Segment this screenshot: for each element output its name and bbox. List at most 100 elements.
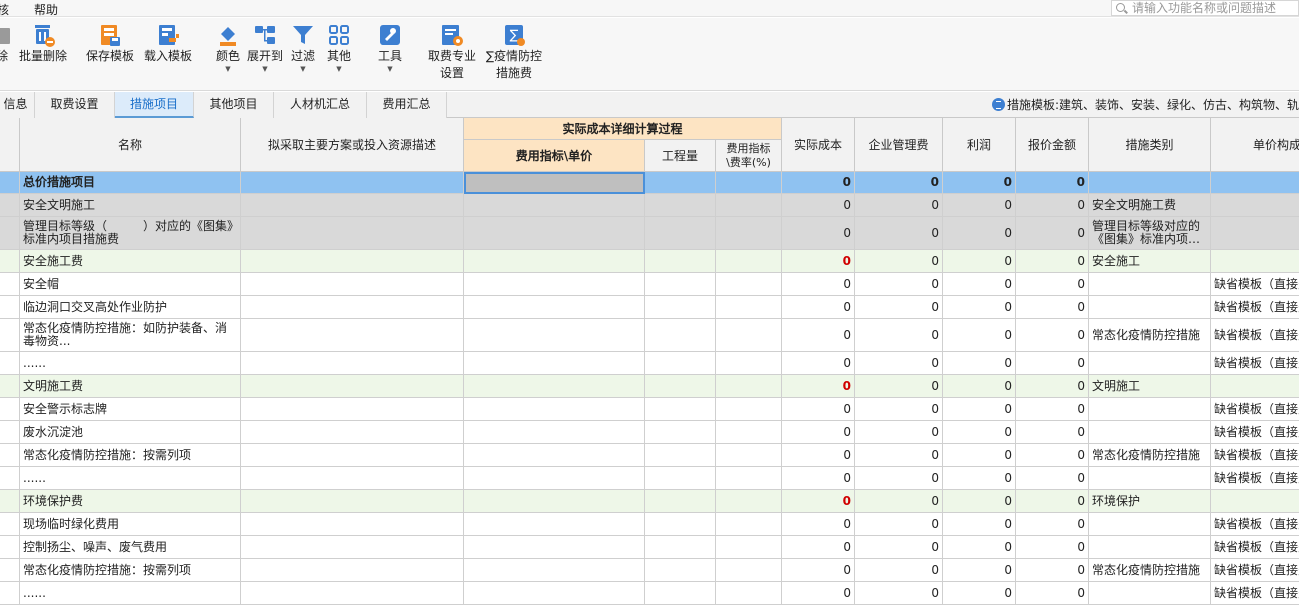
row-indicator-cell[interactable] — [0, 296, 20, 319]
name-cell[interactable]: 常态化疫情防控措施：如防护装备、消毒物资... — [20, 319, 241, 352]
mgmt-fee-cell[interactable]: 0 — [855, 375, 943, 398]
profit-cell[interactable]: 0 — [943, 444, 1016, 467]
actual-cost-cell[interactable]: 0 — [782, 217, 855, 250]
actual-cost-cell[interactable]: 0 — [782, 421, 855, 444]
quantity-cell[interactable] — [645, 513, 716, 536]
filter-button[interactable]: 过滤 ▼ — [288, 22, 318, 73]
plan-cell[interactable] — [241, 467, 464, 490]
rate-cell[interactable] — [716, 375, 782, 398]
actual-cost-cell[interactable]: 0 — [782, 296, 855, 319]
table-row[interactable]: 临边洞口交叉高处作业防护0000缺省模板（直接费 — [0, 296, 1299, 319]
name-cell[interactable]: 安全帽 — [20, 273, 241, 296]
category-cell[interactable] — [1089, 352, 1211, 375]
unit-price-cell[interactable] — [464, 467, 645, 490]
quote-cell[interactable]: 0 — [1016, 352, 1089, 375]
tools-button[interactable]: 工具 ▼ — [374, 22, 406, 73]
profit-cell[interactable]: 0 — [943, 490, 1016, 513]
quantity-cell[interactable] — [645, 172, 716, 194]
quantity-cell[interactable] — [645, 296, 716, 319]
profit-cell[interactable]: 0 — [943, 250, 1016, 273]
rate-cell[interactable] — [716, 250, 782, 273]
row-indicator-cell[interactable] — [0, 559, 20, 582]
row-indicator-cell[interactable] — [0, 582, 20, 605]
table-row[interactable]: 安全文明施工 0 0 0 0 安全文明施工费 — [0, 194, 1299, 217]
plan-cell[interactable] — [241, 444, 464, 467]
col-header-category[interactable]: 措施类别 — [1089, 118, 1211, 172]
unit-composition-cell[interactable]: 缺省模板（直接费 — [1211, 398, 1299, 421]
mgmt-fee-cell[interactable]: 0 — [855, 296, 943, 319]
plan-cell[interactable] — [241, 582, 464, 605]
table-row[interactable]: 常态化疫情防控措施：按需列项0000常态化疫情防控措施缺省模板（直接费 — [0, 559, 1299, 582]
quantity-cell[interactable] — [645, 194, 716, 217]
unit-composition-cell[interactable]: 缺省模板（直接费 — [1211, 273, 1299, 296]
row-indicator-cell[interactable] — [0, 444, 20, 467]
unit-price-cell[interactable] — [464, 296, 645, 319]
tab-labor-material-summary[interactable]: 人材机汇总 — [274, 92, 367, 118]
actual-cost-cell[interactable]: 0 — [782, 513, 855, 536]
mgmt-fee-cell[interactable]: 0 — [855, 467, 943, 490]
unit-composition-cell[interactable]: 缺省模板（直接费 — [1211, 444, 1299, 467]
rate-cell[interactable] — [716, 490, 782, 513]
unit-price-cell[interactable] — [464, 352, 645, 375]
quote-cell[interactable]: 0 — [1016, 513, 1089, 536]
load-template-button[interactable]: 载入模板 — [142, 22, 194, 65]
name-cell[interactable]: ...... — [20, 582, 241, 605]
profit-cell[interactable]: 0 — [943, 172, 1016, 194]
unit-price-cell[interactable] — [464, 444, 645, 467]
quote-cell[interactable]: 0 — [1016, 536, 1089, 559]
unit-price-cell[interactable] — [464, 194, 645, 217]
tab-other-items[interactable]: 其他项目 — [194, 92, 274, 118]
name-cell[interactable]: 常态化疫情防控措施：按需列项 — [20, 444, 241, 467]
category-cell[interactable] — [1089, 582, 1211, 605]
plan-cell[interactable] — [241, 172, 464, 194]
unit-price-cell[interactable] — [464, 172, 645, 194]
rate-cell[interactable] — [716, 296, 782, 319]
actual-cost-cell[interactable]: 0 — [782, 536, 855, 559]
actual-cost-cell[interactable]: 0 — [782, 172, 855, 194]
row-indicator-cell[interactable] — [0, 352, 20, 375]
col-header-unit-price[interactable]: 费用指标\单价 — [464, 140, 645, 172]
col-header-mgmt-fee[interactable]: 企业管理费 — [855, 118, 943, 172]
plan-cell[interactable] — [241, 352, 464, 375]
quantity-cell[interactable] — [645, 490, 716, 513]
category-cell[interactable]: 安全施工 — [1089, 250, 1211, 273]
quote-cell[interactable]: 0 — [1016, 582, 1089, 605]
unit-composition-cell[interactable]: 缺省模板（直接费 — [1211, 296, 1299, 319]
table-row[interactable]: 常态化疫情防控措施：如防护装备、消毒物资... 0 0 0 0 常态化疫情防控措施 缺省模板… — [0, 319, 1299, 352]
unit-composition-cell[interactable]: 缺省模板（直接费 — [1211, 513, 1299, 536]
mgmt-fee-cell[interactable]: 0 — [855, 250, 943, 273]
profit-cell[interactable]: 0 — [943, 421, 1016, 444]
rate-cell[interactable] — [716, 559, 782, 582]
quantity-cell[interactable] — [645, 352, 716, 375]
category-cell[interactable] — [1089, 273, 1211, 296]
name-cell[interactable]: 现场临时绿化费用 — [20, 513, 241, 536]
quantity-cell[interactable] — [645, 375, 716, 398]
category-cell[interactable] — [1089, 467, 1211, 490]
table-row[interactable]: ......0000缺省模板（直接费 — [0, 352, 1299, 375]
unit-composition-cell[interactable] — [1211, 375, 1299, 398]
rate-cell[interactable] — [716, 172, 782, 194]
unit-composition-cell[interactable]: 缺省模板（直接费 — [1211, 536, 1299, 559]
rate-cell[interactable] — [716, 513, 782, 536]
category-cell[interactable]: 常态化疫情防控措施 — [1089, 319, 1211, 352]
mgmt-fee-cell[interactable]: 0 — [855, 421, 943, 444]
actual-cost-cell[interactable]: 0 — [782, 444, 855, 467]
unit-price-cell[interactable] — [464, 217, 645, 250]
unit-price-cell[interactable] — [464, 421, 645, 444]
name-cell[interactable]: 文明施工费 — [20, 375, 241, 398]
category-cell[interactable] — [1089, 172, 1211, 194]
mgmt-fee-cell[interactable]: 0 — [855, 513, 943, 536]
unit-composition-cell[interactable]: 缺省模板（直接费 — [1211, 421, 1299, 444]
col-header-name[interactable]: 名称 — [20, 118, 241, 172]
row-indicator-cell[interactable] — [0, 536, 20, 559]
plan-cell[interactable] — [241, 250, 464, 273]
quantity-cell[interactable] — [645, 421, 716, 444]
profit-cell[interactable]: 0 — [943, 582, 1016, 605]
actual-cost-cell[interactable]: 0 — [782, 352, 855, 375]
actual-cost-cell[interactable]: 0 — [782, 273, 855, 296]
table-row[interactable]: 安全帽0000缺省模板（直接费 — [0, 273, 1299, 296]
profit-cell[interactable]: 0 — [943, 319, 1016, 352]
table-row[interactable]: 安全警示标志牌0000缺省模板（直接费 — [0, 398, 1299, 421]
mgmt-fee-cell[interactable]: 0 — [855, 398, 943, 421]
category-cell[interactable] — [1089, 421, 1211, 444]
